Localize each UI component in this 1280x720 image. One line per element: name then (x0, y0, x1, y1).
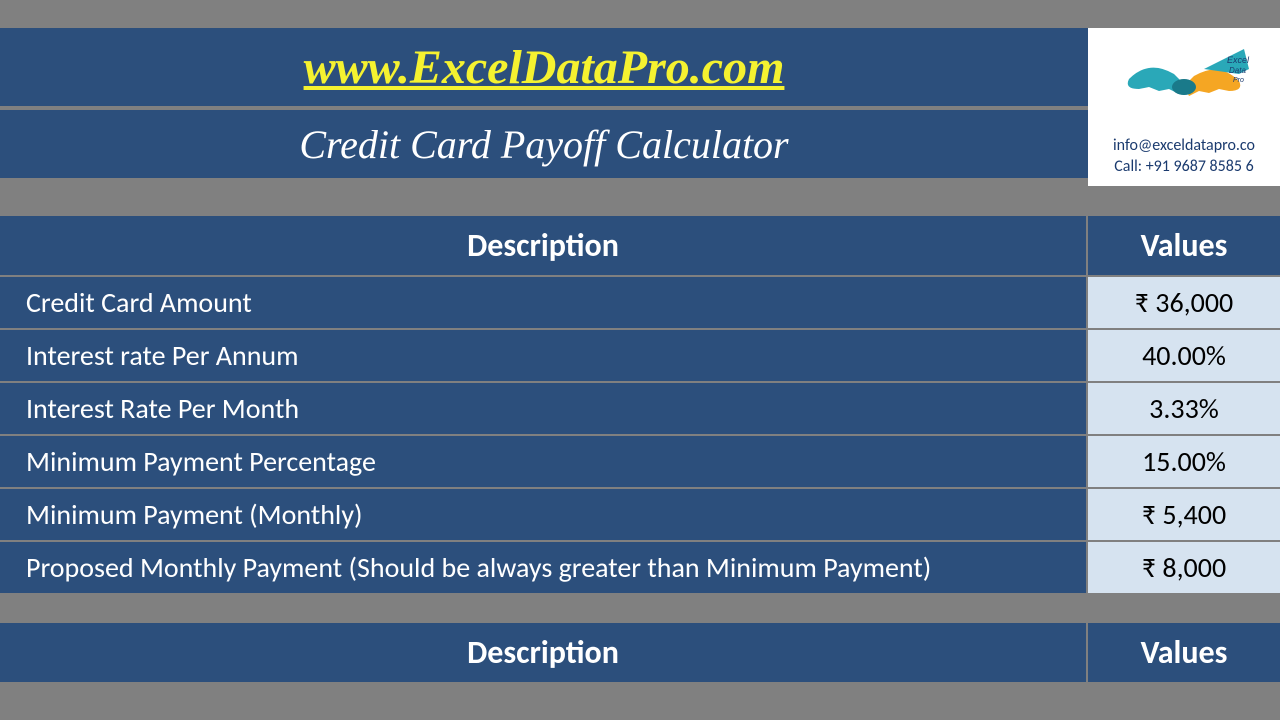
output-table: Description Values (0, 623, 1280, 682)
svg-text:Pro: Pro (1233, 77, 1244, 84)
description-cell: Proposed Monthly Payment (Should be alwa… (0, 542, 1088, 593)
table-row: Minimum Payment Percentage 15.00% (0, 434, 1280, 487)
description-cell: Interest Rate Per Month (0, 383, 1088, 434)
contact-phone: Call: +91 9687 8585 6 (1113, 157, 1255, 178)
spreadsheet-document: www.ExcelDataPro.com Credit Card Payoff … (0, 0, 1280, 720)
table-row: Interest rate Per Annum 40.00% (0, 328, 1280, 381)
table-header-row: Description Values (0, 216, 1280, 275)
description-cell: Minimum Payment Percentage (0, 436, 1088, 487)
section-spacer (0, 186, 1280, 216)
svg-text:Excel: Excel (1227, 55, 1250, 65)
description-cell: Credit Card Amount (0, 277, 1088, 328)
contact-info: info@exceldatapro.co Call: +91 9687 8585… (1113, 136, 1255, 178)
value-cell[interactable]: 3.33% (1088, 383, 1280, 434)
description-cell: Minimum Payment (Monthly) (0, 489, 1088, 540)
handshake-logo-icon: Excel Data Pro (1109, 39, 1259, 129)
website-link[interactable]: www.ExcelDataPro.com (304, 40, 785, 95)
table-row: Interest Rate Per Month 3.33% (0, 381, 1280, 434)
website-banner: www.ExcelDataPro.com (0, 28, 1088, 110)
description-header: Description (0, 216, 1088, 275)
header-section: www.ExcelDataPro.com Credit Card Payoff … (0, 28, 1280, 186)
value-cell[interactable]: ₹ 36,000 (1088, 277, 1280, 328)
document-title-box: Credit Card Payoff Calculator (0, 110, 1088, 178)
section-spacer (0, 593, 1280, 623)
contact-email: info@exceldatapro.co (1113, 136, 1255, 157)
brand-panel: Excel Data Pro info@exceldatapro.co Call… (1088, 28, 1280, 186)
description-cell: Interest rate Per Annum (0, 330, 1088, 381)
value-cell[interactable]: 15.00% (1088, 436, 1280, 487)
table-row: Proposed Monthly Payment (Should be alwa… (0, 540, 1280, 593)
value-cell[interactable]: 40.00% (1088, 330, 1280, 381)
svg-text:Data: Data (1229, 66, 1246, 75)
value-cell[interactable]: ₹ 8,000 (1088, 542, 1280, 593)
header-left: www.ExcelDataPro.com Credit Card Payoff … (0, 28, 1088, 186)
logo-area: Excel Data Pro (1092, 36, 1276, 132)
top-spacer (0, 0, 1280, 28)
table-row: Minimum Payment (Monthly) ₹ 5,400 (0, 487, 1280, 540)
values-header: Values (1088, 623, 1280, 682)
input-table: Description Values Credit Card Amount ₹ … (0, 216, 1280, 593)
value-cell[interactable]: ₹ 5,400 (1088, 489, 1280, 540)
table-row: Credit Card Amount ₹ 36,000 (0, 275, 1280, 328)
table-header-row: Description Values (0, 623, 1280, 682)
values-header: Values (1088, 216, 1280, 275)
document-title: Credit Card Payoff Calculator (299, 121, 788, 168)
description-header: Description (0, 623, 1088, 682)
